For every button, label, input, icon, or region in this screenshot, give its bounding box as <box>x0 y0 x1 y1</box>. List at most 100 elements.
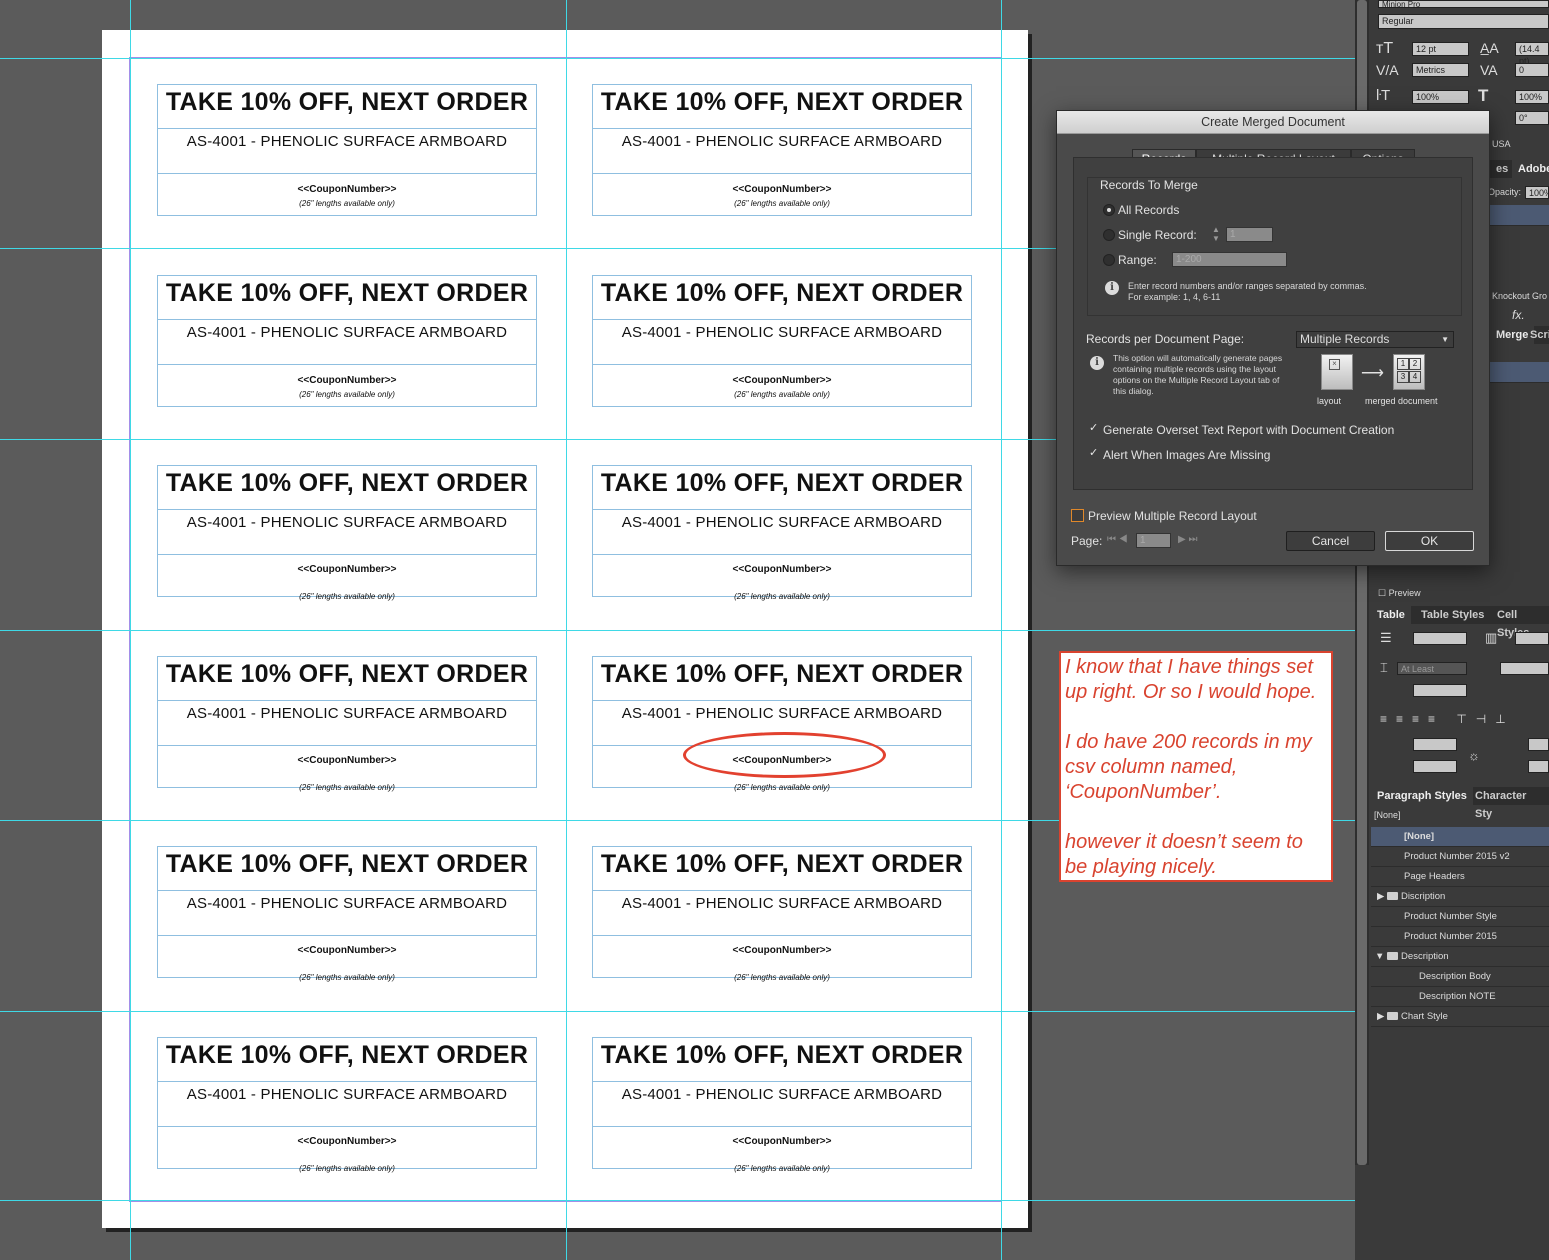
cell-inset-left-field[interactable] <box>1528 760 1549 773</box>
fx-icon[interactable]: fx. <box>1512 308 1525 322</box>
cell-inset-right-field[interactable] <box>1528 738 1549 751</box>
coupon-card[interactable]: TAKE 10% OFF, NEXT ORDER AS-4001 - PHENOL… <box>592 846 972 982</box>
coupon-number-field: <<CouponNumber>> <box>732 564 832 575</box>
coupon-card[interactable]: TAKE 10% OFF, NEXT ORDER AS-4001 - PHENOL… <box>157 465 537 601</box>
tab-character-styles[interactable]: Character Sty <box>1469 787 1549 820</box>
all-records-radio[interactable] <box>1103 204 1115 216</box>
link-insets-icon[interactable]: ☼ <box>1468 748 1480 763</box>
row-height-icon: ⌶ <box>1380 660 1388 675</box>
tracking-field[interactable]: 0 <box>1515 63 1549 77</box>
ruler-guide[interactable] <box>0 630 1355 631</box>
single-record-stepper[interactable]: ▲ ▼ <box>1212 225 1220 243</box>
tracking-icon: VA <box>1480 62 1498 78</box>
effects-tab-strip: es Adobe <box>1490 160 1549 178</box>
layout-caption: layout <box>1317 396 1342 406</box>
range-radio[interactable] <box>1103 254 1115 266</box>
skew-field[interactable]: 0° <box>1515 111 1549 125</box>
coupon-headline: TAKE 10% OFF, NEXT ORDER <box>593 466 971 510</box>
dropdown-arrow-icon: ▼ <box>1441 335 1449 344</box>
alert-images-checkbox[interactable]: ✓ <box>1089 446 1098 459</box>
tab-es[interactable]: es <box>1490 160 1514 178</box>
font-size-field[interactable]: 12 pt <box>1412 42 1469 56</box>
page-next-last-icons[interactable]: ▶ ⏭ <box>1178 534 1197 545</box>
records-per-page-select[interactable]: Multiple Records ▼ <box>1296 331 1454 348</box>
coupon-card[interactable]: TAKE 10% OFF, NEXT ORDER AS-4001 - PHENOL… <box>592 1037 972 1173</box>
font-style-field[interactable]: Regular <box>1378 14 1549 29</box>
kerning-field[interactable]: Metrics <box>1412 63 1469 77</box>
coupon-headline: TAKE 10% OFF, NEXT ORDER <box>593 1038 971 1082</box>
column-width-field[interactable] <box>1413 684 1467 697</box>
row-height-mode-select[interactable]: At Least <box>1397 662 1467 675</box>
ok-button[interactable]: OK <box>1385 531 1474 551</box>
disclosure-right-icon[interactable]: ▶ <box>1377 1011 1384 1022</box>
range-field[interactable]: 1-200 <box>1172 252 1287 267</box>
tab-table-styles[interactable]: Table Styles <box>1415 606 1490 624</box>
style-item-none[interactable]: [None] <box>1371 827 1549 847</box>
ruler-guide[interactable] <box>130 0 131 1260</box>
columns-field[interactable] <box>1515 632 1549 645</box>
ruler-guide[interactable] <box>0 1200 1355 1201</box>
coupon-lengths-note: (26" lengths available only) <box>734 1164 830 1173</box>
ruler-guide[interactable] <box>0 58 1355 59</box>
knockout-label[interactable]: Knockout Gro <box>1492 291 1547 301</box>
style-item-page-headers[interactable]: Page Headers <box>1371 867 1549 887</box>
cancel-button[interactable]: Cancel <box>1286 531 1375 551</box>
coupon-card[interactable]: TAKE 10% OFF, NEXT ORDER AS-4001 - PHENOL… <box>592 465 972 601</box>
coupon-card[interactable]: TAKE 10% OFF, NEXT ORDER AS-4001 - PHENOL… <box>157 846 537 982</box>
coupon-card[interactable]: TAKE 10% OFF, NEXT ORDER AS-4001 - PHENOL… <box>157 1037 537 1173</box>
page-first-prev-icons[interactable]: ⏮ ◀ <box>1107 534 1128 545</box>
style-item-product-number-2015[interactable]: Product Number 2015 <box>1371 927 1549 947</box>
disclosure-right-icon[interactable]: ▶ <box>1377 891 1384 902</box>
tab-adobe[interactable]: Adobe <box>1512 160 1549 178</box>
vertical-scale-field[interactable]: 100% <box>1412 90 1469 104</box>
placeholder-icon: × <box>1329 359 1340 370</box>
layout-thumbnail: × <box>1321 354 1353 390</box>
effects-row-selected[interactable] <box>1490 205 1549 226</box>
style-item-description-note[interactable]: Description NOTE <box>1371 987 1549 1007</box>
horizontal-scale-icon: T <box>1478 86 1489 105</box>
dialog-title[interactable]: Create Merged Document <box>1057 111 1489 134</box>
single-record-radio[interactable] <box>1103 229 1115 241</box>
tab-paragraph-styles[interactable]: Paragraph Styles <box>1371 787 1473 805</box>
opacity-label: Opacity: <box>1488 187 1522 197</box>
disclosure-down-icon[interactable]: ▼ <box>1375 951 1384 962</box>
preview-layout-checkbox[interactable] <box>1071 509 1084 522</box>
rows-field[interactable] <box>1413 632 1467 645</box>
coupon-card[interactable]: TAKE 10% OFF, NEXT ORDER AS-4001 - PHENOL… <box>592 84 972 216</box>
language-label[interactable]: USA <box>1492 139 1511 149</box>
style-item-product-number-style[interactable]: Product Number Style <box>1371 907 1549 927</box>
leading-field[interactable]: (14.4 pt) <box>1515 42 1549 66</box>
ruler-guide[interactable] <box>1001 0 1002 1260</box>
style-item-description-body[interactable]: Description Body <box>1371 967 1549 987</box>
ruler-guide[interactable] <box>0 1011 1355 1012</box>
ruler-guide[interactable] <box>566 0 567 1260</box>
row-height-field[interactable] <box>1500 662 1549 675</box>
style-group-chart-style[interactable]: ▶ Chart Style <box>1371 1007 1549 1027</box>
coupon-card[interactable]: TAKE 10% OFF, NEXT ORDER AS-4001 - PHENOL… <box>157 84 537 216</box>
all-records-label: All Records <box>1118 203 1180 217</box>
style-group-description[interactable]: ▼ Description <box>1371 947 1549 967</box>
coupon-card[interactable]: TAKE 10% OFF, NEXT ORDER AS-4001 - PHENOL… <box>592 275 972 407</box>
cell-inset-bottom-field[interactable] <box>1413 760 1457 773</box>
highlight-ellipse <box>683 732 886 778</box>
style-group-discription[interactable]: ▶ Discription <box>1371 887 1549 907</box>
font-family-field[interactable]: Minion Pro <box>1378 0 1549 9</box>
tab-cell-styles[interactable]: Cell Styles <box>1491 606 1549 639</box>
page-field[interactable]: 1 <box>1136 533 1171 548</box>
opacity-field[interactable]: 100% <box>1525 186 1549 199</box>
coupon-card[interactable]: TAKE 10% OFF, NEXT ORDER AS-4001 - PHENOL… <box>157 275 537 407</box>
text-align-icons[interactable]: ≡≡≡≡ ⊤⊣⊥ <box>1380 712 1515 726</box>
cell-inset-top-field[interactable] <box>1413 738 1457 751</box>
tab-table[interactable]: Table <box>1371 606 1411 624</box>
tab-scripts[interactable]: Scri <box>1524 326 1549 344</box>
preview-checkbox[interactable]: ☐ Preview <box>1378 588 1421 599</box>
overset-report-checkbox[interactable]: ✓ <box>1089 421 1098 434</box>
merge-row-selected[interactable] <box>1490 362 1549 383</box>
coupon-headline: TAKE 10% OFF, NEXT ORDER <box>158 1038 536 1082</box>
coupon-product: AS-4001 - PHENOLIC SURFACE ARMBOARD <box>593 1082 971 1127</box>
coupon-card[interactable]: TAKE 10% OFF, NEXT ORDER AS-4001 - PHENOL… <box>157 656 537 792</box>
coupon-product: AS-4001 - PHENOLIC SURFACE ARMBOARD <box>158 510 536 555</box>
horizontal-scale-field[interactable]: 100% <box>1515 90 1549 104</box>
single-record-field[interactable]: 1 <box>1226 227 1273 242</box>
style-item-product-number-2015-v2[interactable]: Product Number 2015 v2 <box>1371 847 1549 867</box>
